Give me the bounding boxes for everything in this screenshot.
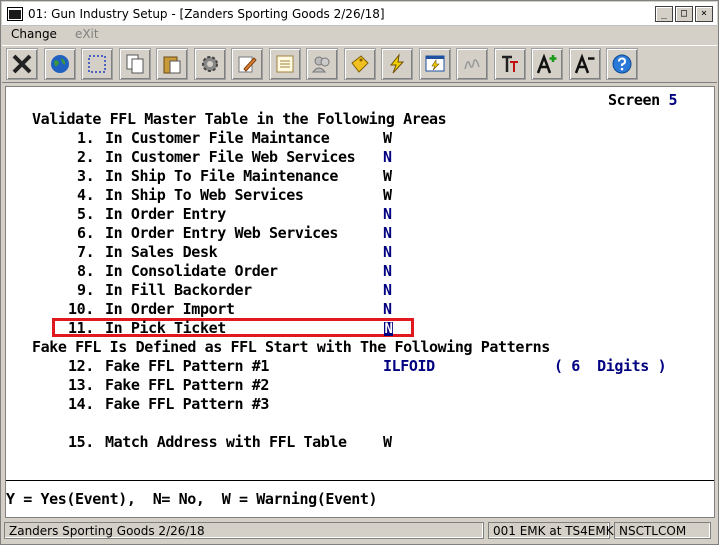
- item-3-value[interactable]: W: [383, 167, 392, 185]
- copy-icon[interactable]: [118, 48, 151, 80]
- title-bar: 01: Gun Industry Setup - [Zanders Sporti…: [2, 2, 717, 26]
- item-4-label: In Ship To Web Services: [105, 186, 304, 204]
- item-15-label: Match Address with FFL Table: [105, 433, 347, 451]
- terminal-screen[interactable]: Screen 5 Validate FFL Master Table in th…: [5, 86, 715, 518]
- item-3-label: In Ship To File Maintenance: [105, 167, 339, 185]
- menu-exit[interactable]: eXit: [66, 27, 108, 41]
- tag-icon[interactable]: [343, 48, 376, 80]
- font-tt-icon[interactable]: [493, 48, 526, 80]
- item-4-value[interactable]: W: [383, 186, 392, 204]
- status-bar: Zanders Sporting Goods 2/26/18 001 EMK a…: [4, 522, 715, 541]
- globe-icon[interactable]: [43, 48, 76, 80]
- item-12-num: 12.: [68, 357, 94, 375]
- item-8-value[interactable]: N: [383, 262, 392, 280]
- signature-icon[interactable]: [456, 48, 488, 80]
- app-icon: [7, 6, 23, 21]
- item-6-num: 6.: [77, 224, 95, 242]
- font-increase-icon[interactable]: [531, 48, 563, 80]
- item-7-value[interactable]: N: [383, 243, 392, 261]
- minimize-button[interactable]: _: [655, 6, 673, 22]
- edit-pencil-icon[interactable]: [231, 48, 263, 80]
- item-1-value[interactable]: W: [383, 129, 392, 147]
- item-14-num: 14.: [68, 395, 94, 413]
- item-11-num: 11.: [68, 319, 94, 337]
- toolbar: [2, 45, 717, 83]
- item-14-label: Fake FFL Pattern #3: [105, 395, 269, 413]
- item-5-value[interactable]: N: [383, 205, 392, 223]
- item-2-label: In Customer File Web Services: [105, 148, 356, 166]
- status-company: Zanders Sporting Goods 2/26/18: [4, 522, 484, 539]
- settings-gear-icon[interactable]: [193, 48, 226, 80]
- item-2-num: 2.: [77, 148, 95, 166]
- item-1-label: In Customer File Maintance: [105, 129, 330, 147]
- status-user: 001 EMK at TS4EMK: [488, 522, 614, 539]
- item-13-num: 13.: [68, 376, 94, 394]
- screen-number-label: Screen 5: [608, 91, 678, 109]
- item-2-value[interactable]: N: [383, 148, 392, 166]
- font-decrease-icon[interactable]: [568, 48, 601, 80]
- exit-icon[interactable]: [6, 48, 38, 80]
- item-7-label: In Sales Desk: [105, 243, 218, 261]
- item-10-value[interactable]: N: [383, 300, 392, 318]
- fake-ffl-heading: Fake FFL Is Defined as FFL Start with Th…: [32, 338, 550, 356]
- item-5-num: 5.: [77, 205, 95, 223]
- status-system: NSCTLCOM: [614, 522, 711, 539]
- item-8-num: 8.: [77, 262, 95, 280]
- item-3-num: 3.: [77, 167, 95, 185]
- help-icon[interactable]: [606, 48, 638, 80]
- item-1-num: 1.: [77, 129, 95, 147]
- item-11-label: In Pick Ticket: [105, 319, 226, 337]
- item-15-value[interactable]: W: [383, 433, 392, 451]
- item-4-num: 4.: [77, 186, 95, 204]
- maximize-button[interactable]: □: [675, 6, 693, 22]
- paste-icon[interactable]: [156, 48, 188, 80]
- item-15-num: 15.: [68, 433, 94, 451]
- app-window: 01: Gun Industry Setup - [Zanders Sporti…: [0, 0, 719, 545]
- item-10-num: 10.: [68, 300, 94, 318]
- notes-icon[interactable]: [268, 48, 301, 80]
- item-6-label: In Order Entry Web Services: [105, 224, 339, 242]
- form-lightning-icon[interactable]: [418, 48, 451, 80]
- item-13-label: Fake FFL Pattern #2: [105, 376, 269, 394]
- item-11-value[interactable]: N: [384, 322, 393, 336]
- legend-line: Y = Yes(Event), N= No, W = Warning(Event…: [6, 490, 378, 508]
- item-9-value[interactable]: N: [383, 281, 392, 299]
- window-title: 01: Gun Industry Setup - [Zanders Sporti…: [28, 6, 385, 21]
- menu-change[interactable]: Change: [2, 27, 66, 41]
- item-8-label: In Consolidate Order: [105, 262, 278, 280]
- item-12-note: ( 6 Digits ): [554, 357, 667, 375]
- select-icon[interactable]: [81, 48, 113, 80]
- item-9-num: 9.: [77, 281, 95, 299]
- item-5-label: In Order Entry: [105, 205, 226, 223]
- close-button[interactable]: ×: [695, 6, 713, 22]
- item-12-value[interactable]: ILFOID: [383, 357, 435, 375]
- item-6-value[interactable]: N: [383, 224, 392, 242]
- item-12-label: Fake FFL Pattern #1: [105, 357, 269, 375]
- lightning-icon[interactable]: [381, 48, 413, 80]
- section-heading: Validate FFL Master Table in the Followi…: [32, 110, 447, 128]
- item-9-label: In Fill Backorder: [105, 281, 252, 299]
- divider: [6, 480, 714, 481]
- menu-bar: Change eXit: [2, 25, 717, 43]
- people-icon[interactable]: [306, 48, 338, 80]
- item-10-label: In Order Import: [105, 300, 235, 318]
- item-7-num: 7.: [77, 243, 95, 261]
